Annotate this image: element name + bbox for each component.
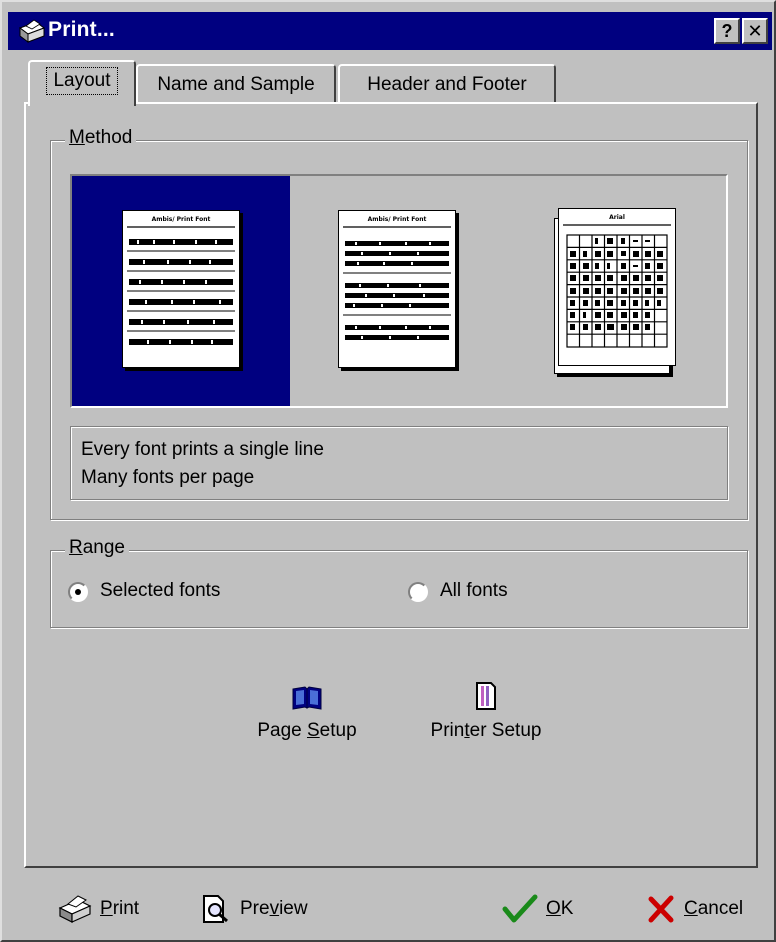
title-bar[interactable]: Print... ? ✕	[8, 12, 772, 50]
printer-icon	[18, 19, 46, 43]
preview-magnifier-icon	[203, 895, 228, 923]
tab-header-and-footer-label: Header and Footer	[367, 74, 527, 95]
tab-name-and-sample[interactable]: Name and Sample	[136, 64, 336, 102]
cancel-label: Cancel	[684, 898, 744, 919]
radio-button[interactable]	[408, 582, 428, 602]
method-legend: Method	[65, 127, 137, 149]
tab-layout[interactable]: Layout	[28, 60, 136, 106]
document-icon	[476, 682, 496, 710]
print-dialog: Print... ? ✕ Layout Name and Sample Head…	[0, 0, 776, 942]
ok-label: OK	[546, 898, 574, 919]
page-setup-label: Page Setup	[257, 720, 357, 741]
ok-button[interactable]: OK	[502, 886, 592, 932]
help-button[interactable]: ?	[714, 18, 740, 44]
radio-button[interactable]	[68, 582, 88, 602]
page-thumbnail: Ambis/ Print Font	[122, 210, 240, 368]
preview-label: Preview	[240, 898, 308, 919]
preview-button[interactable]: Preview	[200, 886, 330, 932]
book-icon	[292, 686, 322, 710]
page-thumbnail: Arial	[558, 208, 676, 366]
svg-text:Arial: Arial	[609, 214, 625, 221]
checkmark-icon	[502, 894, 538, 923]
many-lines-sample-icon: Ambis/ Print Font	[343, 216, 451, 340]
selected-fonts-label: Selected fonts	[100, 580, 221, 601]
window-title: Print...	[48, 18, 115, 41]
cancel-button[interactable]: Cancel	[646, 886, 766, 932]
character-table-sample-icon: Arial	[563, 214, 671, 348]
printer-setup-label: Printer Setup	[430, 720, 542, 741]
range-legend: Range	[65, 537, 130, 559]
svg-text:Ambis/ Print Font: Ambis/ Print Font	[368, 216, 427, 223]
print-button[interactable]: Print	[58, 886, 168, 932]
method-description: Every font prints a single line Many fon…	[70, 426, 728, 500]
page-thumbnail: Ambis/ Print Font	[338, 210, 456, 368]
cancel-x-icon	[648, 895, 674, 923]
tab-layout-label: Layout	[46, 67, 118, 95]
page-setup-button[interactable]: Page Setup	[240, 676, 374, 756]
printer-icon	[58, 895, 92, 923]
tab-header-and-footer[interactable]: Header and Footer	[338, 64, 556, 102]
printer-setup-button[interactable]: Printer Setup	[416, 676, 556, 756]
description-line-2: Many fonts per page	[81, 467, 255, 488]
description-line-1: Every font prints a single line	[81, 439, 324, 460]
tab-name-and-sample-label: Name and Sample	[157, 74, 315, 95]
all-fonts-label: All fonts	[440, 580, 508, 601]
method-option-character-table[interactable]: Arial	[508, 176, 726, 406]
method-option-single-line[interactable]: Ambis/ Print Font	[72, 176, 290, 406]
single-line-sample-icon: Ambis/ Print Font	[127, 216, 235, 345]
method-option-many-lines[interactable]: Ambis/ Print Font	[290, 176, 508, 406]
method-preview-list: Ambis/ Print Font Ambis/ Print Font Aria…	[70, 174, 728, 408]
print-label: Print	[100, 898, 140, 919]
svg-text:Ambis/ Print Font: Ambis/ Print Font	[152, 216, 211, 223]
close-button[interactable]: ✕	[742, 18, 768, 44]
